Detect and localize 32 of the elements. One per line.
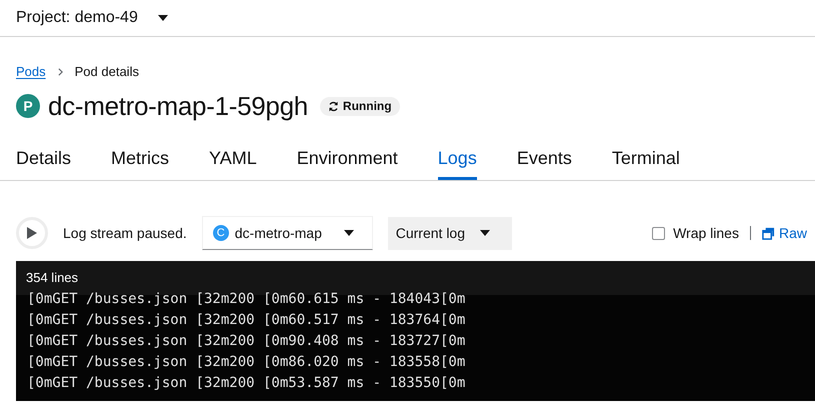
line-count: 354 lines — [26, 269, 78, 288]
tab[interactable]: YAML — [209, 139, 257, 180]
tab[interactable]: Metrics — [111, 139, 170, 180]
breadcrumb-link[interactable]: Pods — [16, 62, 46, 82]
caret-icon — [344, 230, 354, 236]
stream-status-text: Log stream paused. — [63, 224, 187, 243]
log-line: [0mGET /busses.json [32m200 [0m90.408 ms - 183727[0m — [27, 332, 466, 351]
play-button[interactable] — [16, 217, 48, 249]
wrap-lines-checkbox[interactable]: Wrap lines — [652, 222, 739, 244]
log-type-dropdown[interactable]: Current log — [388, 216, 512, 250]
log-line: [0mGET /busses.json [32m200 [0m86.020 ms - 183558[0m — [27, 353, 466, 372]
container-dropdown[interactable]: C dc-metro-map — [202, 216, 373, 250]
pod-badge: P — [16, 94, 40, 118]
raw-link[interactable]: Raw — [762, 222, 807, 244]
tab[interactable]: Terminal — [612, 139, 680, 180]
status-label: Running — [320, 96, 400, 116]
caret-icon — [480, 230, 490, 236]
chevron-icon — [58, 68, 63, 76]
project-dropdown[interactable]: Project: demo-49 — [16, 6, 168, 30]
breadcrumb-current: Pod details — [74, 63, 139, 82]
log-line: [0mGET /busses.json [32m200 [0m53.587 ms - 183550[0m — [27, 374, 466, 393]
caret-icon — [158, 15, 168, 21]
tab[interactable]: Events — [516, 139, 572, 180]
external-window-icon — [762, 226, 775, 240]
log-line: [0mGET /busses.json [32m200 [0m60.615 ms - 184043[0m — [27, 290, 466, 309]
tab[interactable]: Details — [16, 139, 72, 180]
tab[interactable]: Logs — [438, 139, 477, 180]
sync-icon — [328, 100, 339, 112]
tab[interactable]: Environment — [296, 139, 398, 180]
page-title: dc-metro-map-1-59pgh — [48, 90, 308, 122]
log-line: [0mGET /busses.json [32m200 [0m60.517 ms - 183764[0m — [27, 311, 466, 330]
play-icon — [27, 227, 37, 239]
